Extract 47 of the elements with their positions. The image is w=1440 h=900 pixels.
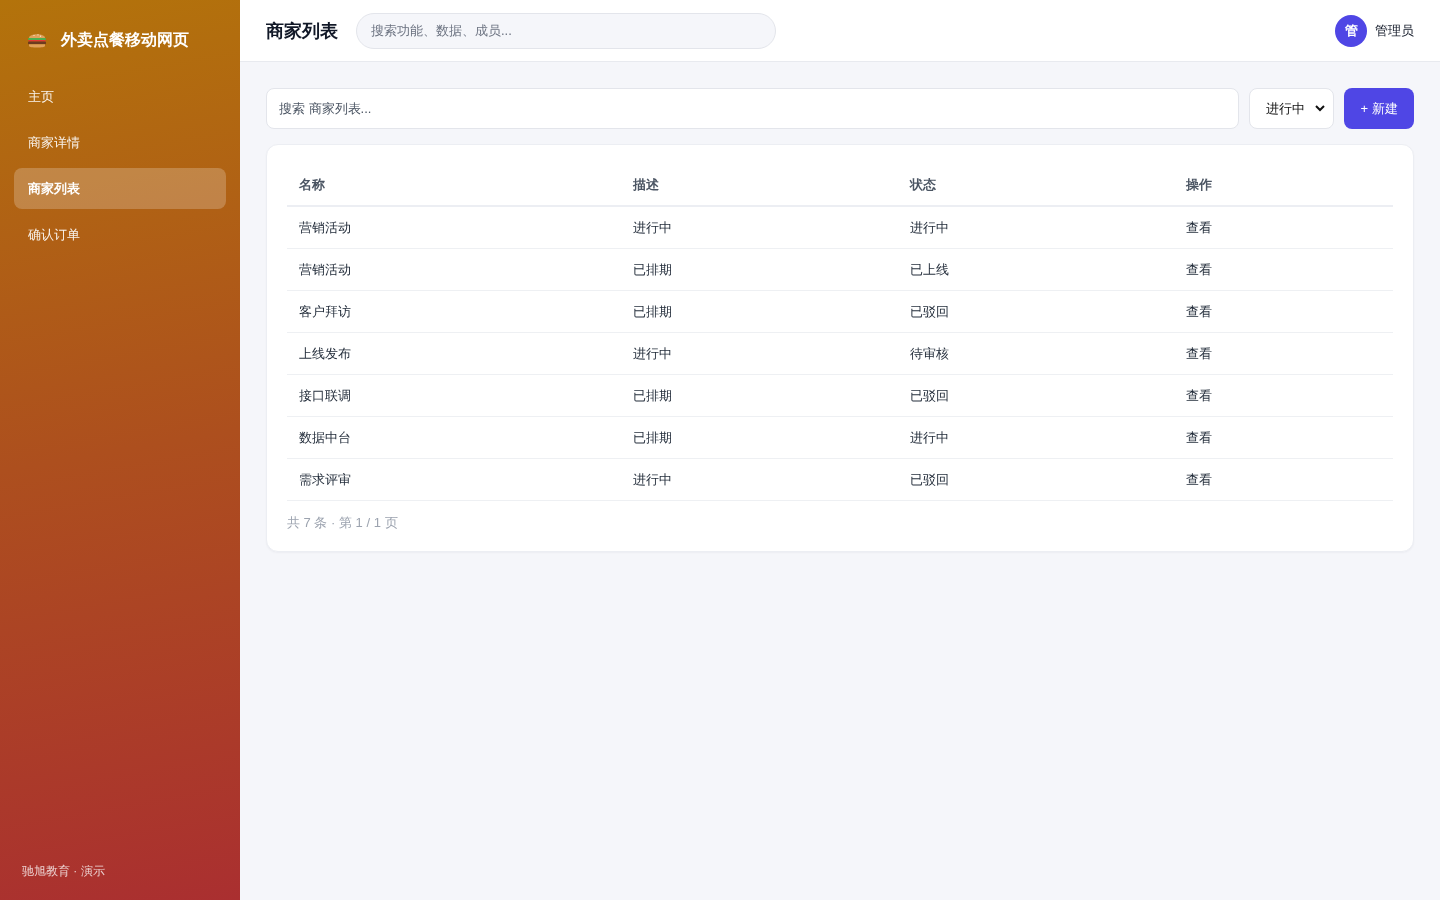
table-cell: 需求评审 (299, 471, 351, 487)
table-cell: 已排期 (633, 261, 672, 277)
app-title: 外卖点餐移动网页 (61, 29, 189, 50)
table-cell: 进行中 (909, 219, 949, 235)
table-cell: 营销活动 (299, 219, 351, 235)
burger-icon (27, 31, 47, 49)
view-link[interactable]: 查看 (1186, 345, 1212, 361)
table-cell: 上线发布 (299, 345, 351, 361)
pagination-text: 共 7 条 · 第 1 / 1 页 (287, 514, 399, 532)
status-select[interactable]: 进行中 (1249, 88, 1334, 129)
table-cell: 已排期 (633, 303, 672, 319)
table-cell: 进行中 (633, 219, 672, 235)
table-cell: 已排期 (633, 387, 672, 403)
table-cell: 已上线 (909, 261, 949, 277)
table-cell: 数据中台 (299, 429, 351, 445)
nav-item[interactable]: 主页 (14, 76, 226, 117)
table-cell: 客户拜访 (299, 303, 351, 319)
table-cell: 营销活动 (299, 261, 351, 277)
view-link[interactable]: 查看 (1186, 429, 1212, 445)
table-cell: 已排期 (633, 429, 672, 445)
footer-text: 驰旭教育 · 演示 (21, 863, 106, 880)
new-button[interactable]: + 新建 (1344, 88, 1414, 129)
avatar[interactable]: 管 (1335, 14, 1367, 47)
view-link[interactable]: 查看 (1186, 471, 1212, 487)
table-cell: 接口联调 (299, 387, 351, 403)
table-cell: 待审核 (909, 345, 949, 361)
column-header: 名称 (287, 165, 621, 206)
view-link[interactable]: 查看 (1186, 219, 1212, 235)
view-link[interactable]: 查看 (1186, 387, 1212, 403)
search-field[interactable]: 搜索 商家列表... (266, 88, 1239, 129)
column-header: 状态 (897, 165, 1174, 206)
nav-item[interactable]: 商家详情 (14, 122, 226, 163)
nav-item[interactable]: 确认订单 (14, 214, 226, 255)
table-cell: 已驳回 (909, 471, 949, 487)
search-field[interactable]: 搜索功能、数据、成员... (356, 12, 776, 49)
table-cell: 已驳回 (909, 303, 949, 319)
column-header: 描述 (621, 165, 898, 206)
page-title: 商家列表 (266, 19, 338, 43)
user-name: 管理员 (1375, 21, 1414, 40)
table-cell: 进行中 (909, 429, 949, 445)
column-header: 操作 (1174, 165, 1393, 206)
view-link[interactable]: 查看 (1186, 261, 1212, 277)
chevron-down-icon (1315, 105, 1325, 112)
table-cell: 已驳回 (909, 387, 949, 403)
view-link[interactable]: 查看 (1186, 303, 1212, 319)
table-cell: 进行中 (633, 345, 672, 361)
table-cell: 进行中 (633, 471, 672, 487)
